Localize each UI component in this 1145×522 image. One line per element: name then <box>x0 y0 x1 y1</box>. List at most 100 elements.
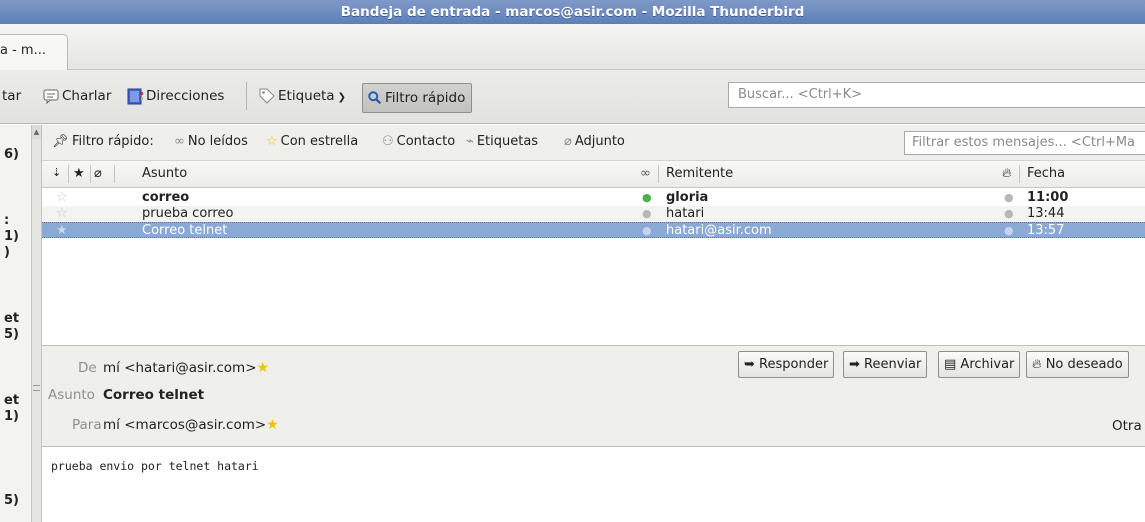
address-book-icon <box>127 88 143 105</box>
toolbar-separator <box>246 82 247 110</box>
junk-status-icon[interactable]: ● <box>1004 190 1014 206</box>
chat-label: Charlar <box>62 88 112 104</box>
subject-value: Correo telnet <box>103 387 205 403</box>
message-row[interactable]: ☆ prueba correo ● hatari ● 13:44 <box>42 206 1145 222</box>
quick-filter-title: Filtro rápido: <box>72 134 154 149</box>
read-column-icon[interactable]: ∞ <box>640 166 651 181</box>
other-actions[interactable]: Otra <box>1112 418 1142 434</box>
forward-icon: ➡ <box>849 357 865 372</box>
star-icon[interactable]: ☆ <box>56 206 68 222</box>
message-header-pane: De mí <hatari@asir.com>★ Asunto Correo t… <box>42 346 1145 447</box>
message-row-selected[interactable]: ★ Correo telnet ● hatari@asir.com ● 13:5… <box>42 222 1145 238</box>
main-toolbar: tar Charlar Direcciones Etiqueta ❯ Filtro… <box>0 70 1145 124</box>
tab-inbox[interactable]: a - m... <box>0 34 68 70</box>
folder-count[interactable]: 6) <box>4 147 19 162</box>
folder-count[interactable]: 1) <box>4 409 19 424</box>
folder-count[interactable]: et <box>4 393 19 408</box>
star-icon[interactable]: ★ <box>266 417 279 433</box>
folder-count[interactable]: et <box>4 311 19 326</box>
junk-status-icon[interactable]: ● <box>1004 206 1014 222</box>
quick-filter-bar: 📌︎ Filtro rápido: ∞ No leídos ☆ Con estrel… <box>42 125 1145 161</box>
attachment-column-icon[interactable]: ⌀ <box>94 166 102 181</box>
to-value[interactable]: mí <marcos@asir.com>★ <box>103 417 279 433</box>
column-divider <box>90 165 91 183</box>
to-address[interactable]: mí <marcos@asir.com> <box>103 417 266 433</box>
column-subject[interactable]: Asunto <box>142 166 187 181</box>
column-divider <box>658 165 659 183</box>
thread-column-icon[interactable]: ⇣ <box>52 166 61 179</box>
chat-button[interactable]: Charlar <box>42 79 111 113</box>
quick-filter-label: Filtro rápido <box>385 90 466 106</box>
column-divider <box>114 165 115 183</box>
message-body: prueba envio por telnet hatari <box>42 447 1145 522</box>
from-value[interactable]: mí <hatari@asir.com>★ <box>103 360 269 376</box>
junk-button[interactable]: 🔥︎ No deseado <box>1026 351 1129 378</box>
pin-icon[interactable]: 📌︎ <box>52 134 69 149</box>
scroll-up-icon[interactable]: ▲ <box>32 125 41 139</box>
read-status-icon[interactable]: ● <box>642 223 652 239</box>
filter-tags-label: Etiquetas <box>476 134 539 149</box>
message-list-header: ⇣ ★ ⌀ Asunto ∞ Remitente 🔥︎ Fecha <box>42 161 1145 188</box>
message-sender: hatari <box>666 206 705 221</box>
star-icon[interactable]: ★ <box>257 360 270 376</box>
column-divider <box>68 165 69 183</box>
tag-icon: ⌁ <box>466 134 474 149</box>
column-divider <box>1019 165 1020 183</box>
message-sender: hatari@asir.com <box>666 223 772 238</box>
read-status-icon[interactable]: ● <box>642 206 652 222</box>
filter-attachment[interactable]: ⌀ Adjunto <box>564 134 625 149</box>
folder-pane: 6) : 1) ) et 5) et 1) 5) <box>0 125 31 522</box>
window-title: Bandeja de entrada - marcos@asir.com - M… <box>0 0 1145 24</box>
archive-button[interactable]: ▤ Archivar <box>938 351 1021 378</box>
junk-column-icon[interactable]: 🔥︎ <box>1002 166 1012 181</box>
from-address[interactable]: mí <hatari@asir.com> <box>103 360 257 376</box>
message-subject: correo <box>142 190 190 205</box>
message-date: 13:57 <box>1027 223 1065 238</box>
filter-messages-input[interactable]: Filtrar estos mensajes... <Ctrl+Ma <box>904 131 1145 155</box>
junk-label: No deseado <box>1045 357 1123 372</box>
search-input[interactable]: Buscar... <Ctrl+K> <box>728 82 1145 108</box>
folder-count[interactable]: ) <box>4 245 10 260</box>
filter-attachment-label: Adjunto <box>574 134 625 149</box>
filter-contact[interactable]: ⚇ Contacto <box>382 134 455 149</box>
filter-tags[interactable]: ⌁ Etiquetas <box>466 134 538 149</box>
column-sender[interactable]: Remitente <box>666 166 733 181</box>
toolbar-partial-button[interactable]: tar <box>2 79 21 113</box>
from-label: De <box>78 360 97 376</box>
magnifier-icon <box>368 91 382 105</box>
filter-starred-label: Con estrella <box>280 134 359 149</box>
addresses-button[interactable]: Direcciones <box>126 79 224 113</box>
message-subject: prueba correo <box>142 206 234 221</box>
star-icon[interactable]: ☆ <box>56 190 68 206</box>
star-column-icon[interactable]: ★ <box>73 166 85 181</box>
reply-icon: ➥ <box>744 357 760 372</box>
archive-icon: ▤ <box>944 357 961 372</box>
person-icon: ⚇ <box>382 134 394 149</box>
tag-button[interactable]: Etiqueta ❯ <box>258 79 346 113</box>
filter-starred[interactable]: ☆ Con estrella <box>266 134 358 149</box>
folder-count[interactable]: : <box>4 213 9 228</box>
folder-count[interactable]: 5) <box>4 327 19 342</box>
reply-button[interactable]: ➥ Responder <box>738 351 835 378</box>
subject-label: Asunto <box>48 387 95 403</box>
forward-button[interactable]: ➡ Reenviar <box>843 351 928 378</box>
quick-filter-button[interactable]: Filtro rápido <box>362 83 472 113</box>
message-list: ☆ correo ● gloria ● 11:00 ☆ prueba corre… <box>42 188 1145 346</box>
filter-unread[interactable]: ∞ No leídos <box>174 134 248 149</box>
folder-count[interactable]: 5) <box>4 493 19 508</box>
tag-icon <box>259 88 275 104</box>
message-row[interactable]: ☆ correo ● gloria ● 11:00 <box>42 190 1145 206</box>
star-icon[interactable]: ★ <box>56 223 68 239</box>
filter-unread-label: No leídos <box>187 134 248 149</box>
star-icon: ☆ <box>266 134 278 149</box>
folder-count[interactable]: 1) <box>4 229 19 244</box>
reply-label: Responder <box>759 357 829 372</box>
chevron-down-icon: ❯ <box>337 92 346 103</box>
read-status-icon[interactable]: ● <box>642 190 652 206</box>
column-date[interactable]: Fecha <box>1027 166 1065 181</box>
splitter-grip-icon[interactable] <box>33 385 40 391</box>
folder-scrollbar[interactable]: ▲ <box>31 125 42 522</box>
message-subject: Correo telnet <box>142 223 228 238</box>
paperclip-icon: ⌀ <box>564 134 572 149</box>
junk-status-icon[interactable]: ● <box>1004 223 1014 239</box>
